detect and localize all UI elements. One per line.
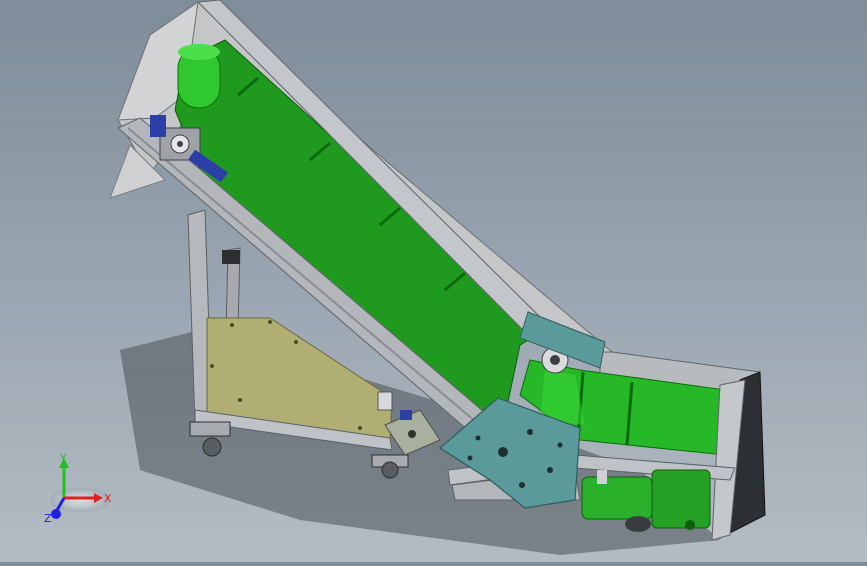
y-axis-label: Y (59, 452, 67, 465)
coordinate-triad: Y X Z (40, 448, 120, 528)
x-axis-label: X (104, 492, 112, 505)
cad-viewport[interactable]: Y X Z (0, 0, 867, 562)
head-drum (177, 44, 221, 109)
z-axis-label: Z (44, 512, 52, 525)
conveyor-model (109, 0, 766, 555)
